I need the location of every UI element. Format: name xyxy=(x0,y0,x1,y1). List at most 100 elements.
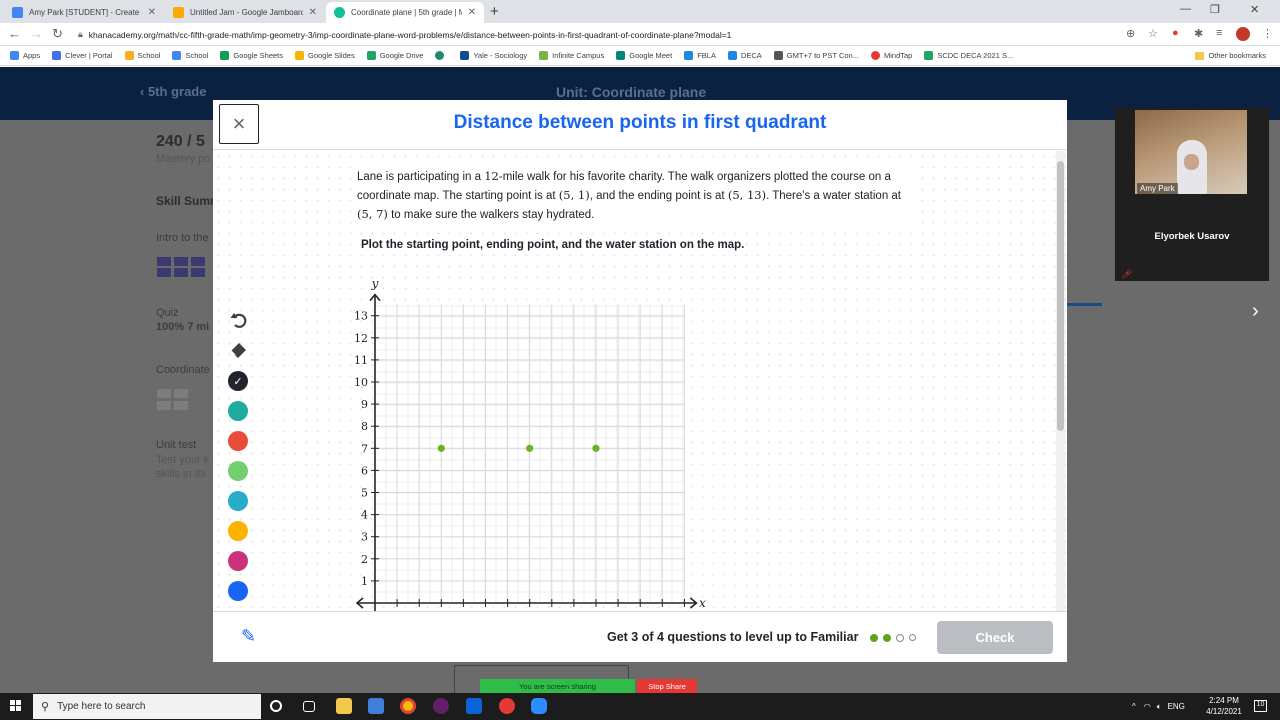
color-swatch-gold[interactable] xyxy=(228,521,248,541)
question-part: . There's a water station at xyxy=(766,190,902,202)
stop-share-button[interactable]: Stop Share xyxy=(637,679,697,693)
y-tick-label: 4 xyxy=(361,509,368,522)
progress-dot-filled xyxy=(870,634,878,642)
close-tab-icon[interactable]: ✕ xyxy=(468,7,476,18)
intro-progress-2 xyxy=(157,268,205,277)
intro-progress xyxy=(157,257,205,266)
tab-jamboard[interactable]: Untitled Jam - Google Jamboard ✕ xyxy=(165,2,325,23)
clock[interactable]: 2:24 PM 4/12/2021 xyxy=(1200,695,1248,717)
unit-title: Unit: Coordinate plane xyxy=(556,84,707,100)
bookmark-sheets[interactable]: Google Sheets xyxy=(220,51,283,60)
youtube-icon[interactable] xyxy=(499,698,515,714)
media-icon[interactable]: ≡ xyxy=(1216,27,1222,39)
bookmark-slides[interactable]: Google Slides xyxy=(295,51,355,60)
y-tick-label: 8 xyxy=(361,420,368,433)
check-button[interactable]: Check xyxy=(937,621,1053,654)
url-text: khanacademy.org/math/cc-fifth-grade-math… xyxy=(88,29,732,40)
file-explorer-icon[interactable] xyxy=(336,698,352,714)
bookmark-meet[interactable]: Google Meet xyxy=(616,51,672,60)
zoom-icon[interactable]: ⊕ xyxy=(1126,27,1135,40)
tab-coordinate-plane[interactable]: Coordinate plane | 5th grade | M ✕ xyxy=(326,2,484,23)
language-indicator[interactable]: ENG xyxy=(1168,702,1185,711)
close-tab-icon[interactable]: ✕ xyxy=(309,7,317,18)
plotted-point[interactable] xyxy=(526,444,534,452)
color-swatch-red[interactable] xyxy=(228,431,248,451)
fbla-icon xyxy=(684,51,694,60)
zoom-app-icon[interactable] xyxy=(531,698,547,714)
progress-dot-filled xyxy=(883,634,891,642)
extension-icon[interactable]: ● xyxy=(1172,27,1179,39)
chevron-up-icon[interactable]: ^ xyxy=(1132,702,1136,711)
restore-icon[interactable]: ❐ xyxy=(1210,3,1220,16)
chrome-icon[interactable] xyxy=(400,698,416,714)
yale-icon xyxy=(460,51,470,60)
bookmark-infinite-campus[interactable]: Infinite Campus xyxy=(539,51,604,60)
drive-icon xyxy=(366,51,376,60)
puzzle-icon[interactable]: ✱ xyxy=(1194,27,1203,40)
profile-avatar[interactable] xyxy=(1236,27,1250,41)
new-tab-button[interactable]: + xyxy=(490,3,499,20)
color-swatch-black[interactable]: ✓ xyxy=(228,371,248,391)
bookmark-fbla[interactable]: FBLA xyxy=(684,51,716,60)
math-value: (5, 1) xyxy=(558,188,590,202)
color-swatch-blue[interactable] xyxy=(228,581,248,601)
volume-icon[interactable]: 🔈︎ xyxy=(1157,702,1162,712)
bookmark-school-2[interactable]: School xyxy=(172,51,208,60)
bookmark-gmt[interactable]: GMT+7 to PST Con... xyxy=(773,51,859,60)
bookmark-scdc[interactable]: SCDC DECA 2021 S... xyxy=(924,51,1013,60)
address-bar[interactable]: 🔒︎ khanacademy.org/math/cc-fifth-grade-m… xyxy=(78,25,1168,44)
outlook-icon[interactable] xyxy=(466,698,482,714)
store-icon[interactable] xyxy=(368,698,384,714)
scrollbar-thumb[interactable] xyxy=(1057,161,1064,431)
star-icon[interactable]: ☆ xyxy=(1148,27,1158,40)
coordinate-plane-graph[interactable]: 12345678910111213yx xyxy=(353,269,713,611)
docs-icon xyxy=(172,51,182,60)
chevron-right-icon[interactable]: › xyxy=(1252,300,1259,323)
back-to-grade-link[interactable]: ‹ 5th grade xyxy=(140,84,206,99)
bookmark-school[interactable]: School xyxy=(124,51,160,60)
windows-start-icon[interactable] xyxy=(10,700,22,712)
scrollbar[interactable] xyxy=(1056,151,1065,611)
cortana-icon[interactable] xyxy=(270,700,282,712)
bookmark-label: School xyxy=(185,51,209,60)
plotted-point[interactable] xyxy=(592,444,600,452)
participant-name: Elyorbek Usarov xyxy=(1154,231,1230,242)
task-view-icon[interactable] xyxy=(303,701,315,712)
scratchpad-icon[interactable]: ✎ xyxy=(241,626,256,647)
y-tick-label: 13 xyxy=(354,310,368,323)
color-swatch-teal[interactable] xyxy=(228,401,248,421)
color-swatch-pink[interactable] xyxy=(228,551,248,571)
wifi-icon[interactable]: ◠ xyxy=(1144,702,1151,711)
bookmark-mindtap[interactable]: MindTap xyxy=(870,51,912,60)
bookmark-drive[interactable]: Google Drive xyxy=(366,51,423,60)
notification-icon[interactable]: 10 xyxy=(1254,700,1267,712)
clever-icon xyxy=(52,51,62,60)
bookmark-apps[interactable]: Apps xyxy=(10,51,40,60)
modal-footer: ✎ Get 3 of 4 questions to level up to Fa… xyxy=(213,611,1067,662)
bookmark-clever[interactable]: Clever | Portal xyxy=(52,51,113,60)
slack-icon[interactable] xyxy=(433,698,449,714)
reload-icon[interactable]: ↻ xyxy=(52,26,63,42)
back-arrow-icon[interactable]: ← xyxy=(8,26,21,41)
plotted-point[interactable] xyxy=(437,444,445,452)
khan-academy-icon xyxy=(334,7,345,18)
taskbar-search[interactable]: ⚲ Type here to search xyxy=(33,694,261,719)
minimize-icon[interactable]: — xyxy=(1180,3,1191,15)
bookmark-unnamed[interactable] xyxy=(435,51,448,60)
tab-docs[interactable]: Amy Park [STUDENT] - Create PT ✕ xyxy=(4,2,164,23)
quiz-score: 100% 7 mi xyxy=(156,321,210,333)
undo-button[interactable] xyxy=(228,309,250,331)
y-tick-label: 5 xyxy=(361,487,368,500)
eraser-button[interactable] xyxy=(228,339,250,361)
menu-icon[interactable]: ⋮ xyxy=(1262,27,1273,40)
bookmark-deca[interactable]: DECA xyxy=(727,51,762,60)
close-tab-icon[interactable]: ✕ xyxy=(148,7,156,18)
self-name-label: Amy Park xyxy=(1137,183,1178,194)
forward-arrow-icon[interactable]: → xyxy=(30,26,43,41)
color-swatch-blue-light[interactable] xyxy=(228,491,248,511)
close-window-icon[interactable]: ✕ xyxy=(1250,3,1259,16)
other-bookmarks[interactable]: Other bookmarks xyxy=(1195,51,1266,60)
close-modal-button[interactable]: × xyxy=(219,104,259,144)
color-swatch-green[interactable] xyxy=(228,461,248,481)
bookmark-yale[interactable]: Yale - Sociology xyxy=(460,51,527,60)
